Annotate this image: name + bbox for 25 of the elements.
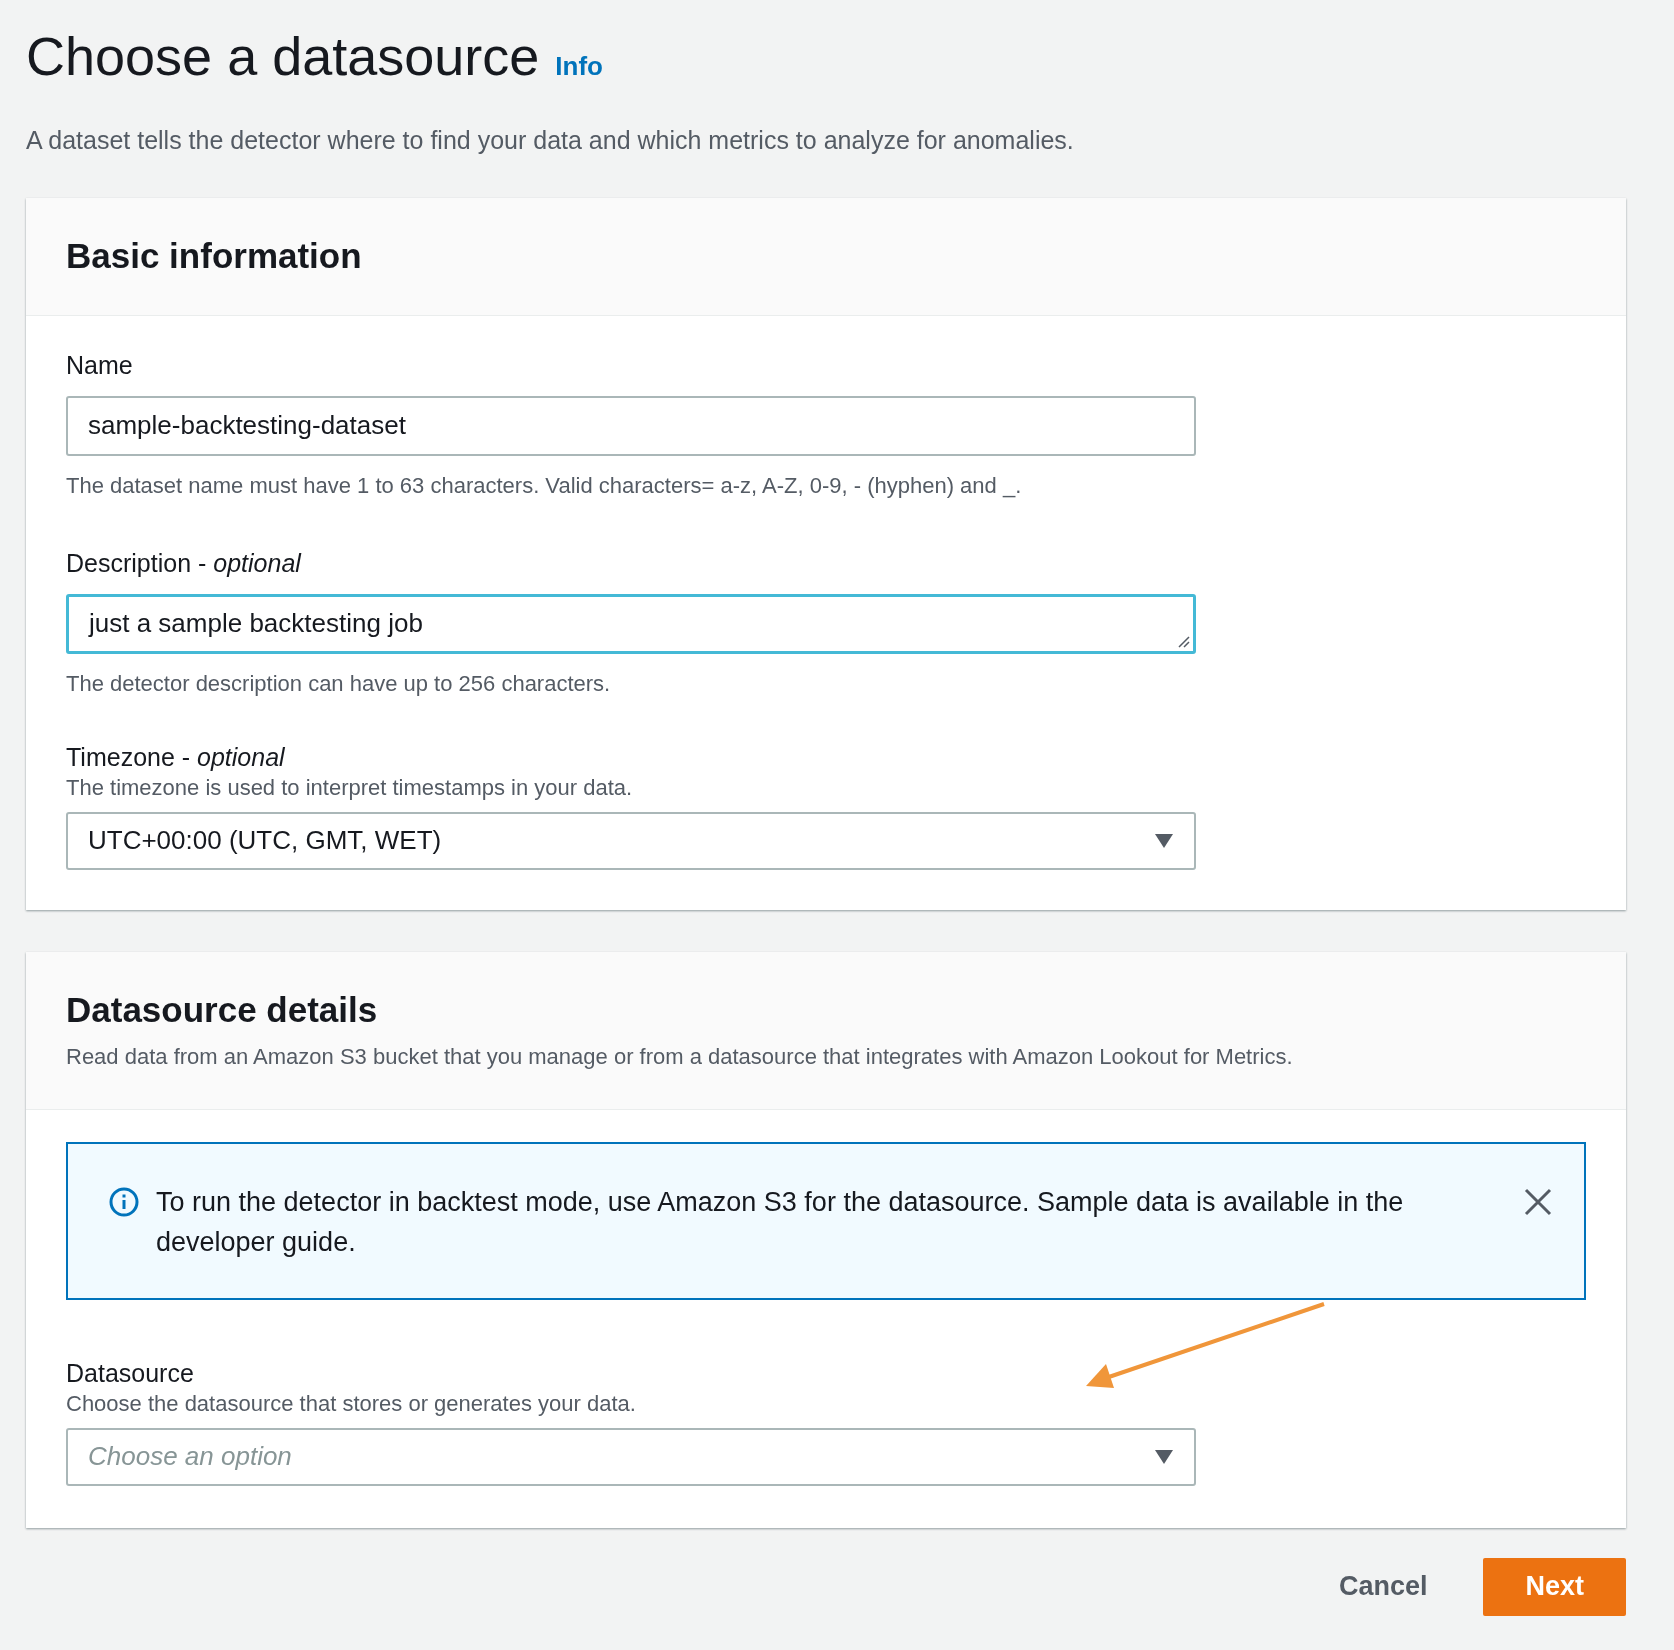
info-link[interactable]: Info	[555, 47, 603, 86]
field-label: Datasource	[66, 1357, 195, 1388]
name-input[interactable]: sample-backtesting-dataset	[66, 395, 1196, 456]
page-description: A dataset tells the detector where to find your data and which metrics to analyze for anomalies.	[26, 125, 1075, 156]
alert-message: To run the detector in backtest mode, use Amazon S3 for the datasource. Sample data is available in the developer guide.	[156, 1185, 1405, 1259]
field-description: Choose the datasource that stores or generates your data.	[66, 1389, 637, 1418]
section-heading: Basic information	[66, 234, 362, 277]
resize-handle-icon[interactable]	[1178, 635, 1190, 648]
info-icon	[108, 1185, 140, 1218]
close-icon	[1524, 1187, 1552, 1216]
field-label: Description - optional	[66, 547, 303, 578]
cancel-button[interactable]: Cancel	[1308, 1557, 1458, 1616]
field-hint: The detector description can have up to 256 characters.	[66, 669, 612, 698]
caret-icon	[1154, 832, 1174, 849]
caret-icon	[1154, 1448, 1174, 1465]
field-description: The timezone is used to interpret timestamps in your data.	[66, 773, 634, 802]
field-label: Name	[66, 349, 134, 380]
field-hint: The dataset name must have 1 to 63 characters. Valid characters= a-z, A-Z, 0-9, - (hyphen) and _.	[66, 471, 1023, 500]
description-textarea[interactable]: just a sample backtesting job	[66, 593, 1196, 654]
section-description: Read data from an Amazon S3 bucket that you manage or from a datasource that integrates with Amazon Lookout for Metrics.	[66, 1042, 1294, 1071]
select-dropdown[interactable]: UTC+00:00 (UTC, GMT, WET)	[66, 811, 1196, 870]
page-title: Choose a datasource	[26, 25, 540, 88]
select-dropdown[interactable]: Choose an option	[66, 1427, 1196, 1486]
field-label: Timezone - optional	[66, 741, 286, 772]
section-heading: Datasource details	[66, 989, 379, 1030]
